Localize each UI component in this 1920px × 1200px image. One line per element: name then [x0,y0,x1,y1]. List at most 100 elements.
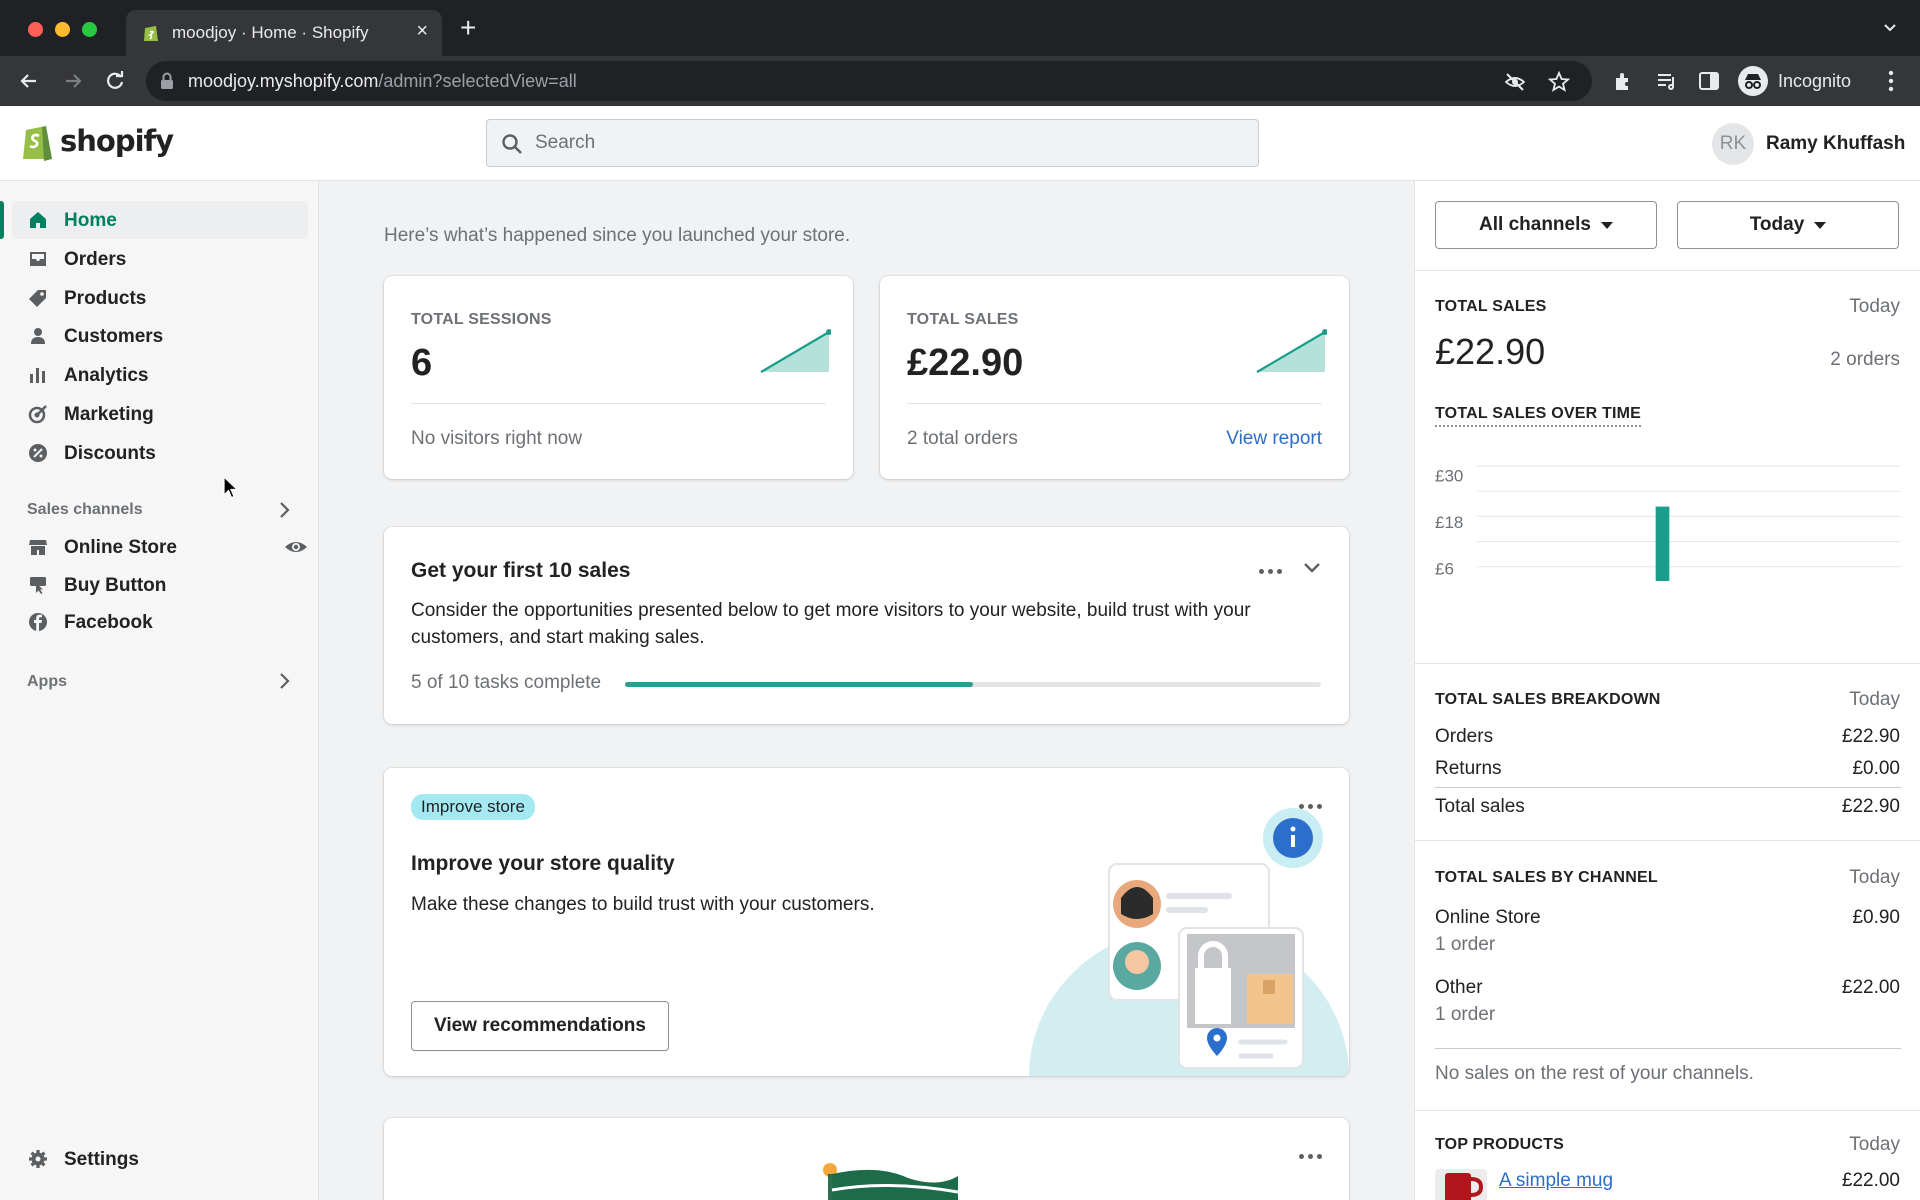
incognito-icon [1738,66,1768,96]
user-menu[interactable]: RK Ramy Khuffash [1712,123,1905,165]
divider [1435,787,1901,788]
total-sales-card: TOTAL SALES £22.90 2 total orders View r… [880,276,1349,479]
sidebar-item-label: Products [64,288,147,309]
y-tick-label: £30 [1435,467,1463,486]
chevron-right-icon[interactable] [278,672,290,690]
sidebar-item-settings[interactable]: Settings [12,1140,308,1178]
reload-icon[interactable] [102,68,128,94]
back-arrow-icon[interactable] [16,68,42,94]
store-icon [29,540,47,555]
metric-label: TOTAL SALES [907,311,1019,328]
window-maximize-button[interactable] [82,22,97,37]
forward-arrow-icon[interactable] [60,68,86,94]
sidebar-item-label: Facebook [64,612,153,633]
total-sessions-card: TOTAL SESSIONS 6 No visitors right now [384,276,853,479]
chevron-right-icon[interactable] [278,501,290,519]
channel-row-label: Other [1435,977,1483,998]
url-text[interactable]: moodjoy.myshopify.com/admin?selectedView… [188,71,577,92]
new-tab-button[interactable]: + [460,14,476,42]
breakdown-row-value: £22.90 [1841,726,1900,747]
sidebar-item-online-store[interactable]: Online Store [12,528,308,566]
divider [411,403,826,404]
shopify-bag-icon [23,126,52,161]
y-tick-label: £18 [1435,513,1463,532]
window-minimize-button[interactable] [55,22,70,37]
star-icon[interactable] [1548,71,1570,93]
more-actions-icon[interactable] [1295,1146,1325,1166]
orders-icon [30,252,46,266]
divider [1415,663,1920,664]
sidebar-item-discounts[interactable]: Discounts [12,434,308,472]
person-icon [31,328,45,344]
lock-icon[interactable] [160,72,174,90]
browser-tab-bar: moodjoy · Home · Shopify × + [0,0,1920,56]
sidebar-item-products[interactable]: Products [12,279,308,317]
sidebar-item-facebook[interactable]: Facebook [12,603,308,641]
browser-menu-icon[interactable] [1887,69,1895,93]
sparkline [760,329,831,373]
period-label: Today [1849,1134,1900,1155]
channel-row-value: £0.90 [1852,907,1900,928]
tag-icon [29,290,46,307]
progress-fill [625,682,973,687]
channel-row-label: Online Store [1435,907,1541,928]
address-bar[interactable]: moodjoy.myshopify.com/admin?selectedView… [146,61,1592,101]
sidebar-item-customers[interactable]: Customers [12,317,308,355]
breakdown-row-value: £22.90 [1841,796,1900,817]
period-label: Today [1849,689,1900,710]
sidebar-item-analytics[interactable]: Analytics [12,356,308,394]
divider [1415,840,1920,841]
divider [907,403,1322,404]
shopify-logo[interactable]: shopify [20,121,174,161]
search-bar[interactable] [486,119,1259,167]
metric-value: 6 [411,342,433,384]
sidebar-item-label: Settings [64,1149,139,1170]
sidebar-item-buy-button[interactable]: Buy Button [12,566,308,604]
logo-text: shopify [60,124,174,158]
view-recommendations-button[interactable]: View recommendations [411,1001,669,1051]
media-queue-icon[interactable] [1655,69,1679,93]
sidebar-item-home[interactable]: Home [0,201,308,239]
card-title: Get your first 10 sales [411,559,631,582]
breakdown-row-value: £0.00 [1852,758,1900,779]
product-sales-value: £22.00 [1841,1170,1900,1191]
flag-illustration [823,1163,959,1200]
avatar: RK [1712,123,1754,165]
first-sales-card: Get your first 10 sales Consider the opp… [384,527,1349,724]
eye-off-icon[interactable] [1504,71,1526,93]
view-report-link[interactable]: View report [1226,428,1322,450]
next-card [384,1118,1349,1200]
channel-row-orders: 1 order [1435,934,1496,955]
tab-search-chevron-icon[interactable] [1882,20,1898,36]
tab-close-icon[interactable]: × [416,21,428,41]
side-panel-icon[interactable] [1697,69,1721,93]
sidebar-item-orders[interactable]: Orders [12,240,308,278]
extensions-icon[interactable] [1612,69,1636,93]
improve-store-card: Improve store Improve your store quality… [384,768,1349,1076]
eye-icon[interactable] [284,537,308,557]
browser-toolbar: moodjoy.myshopify.com/admin?selectedView… [0,56,1920,106]
incognito-label: Incognito [1778,70,1852,91]
analytics-side-panel: All channels Today TOTAL SALES Today £22… [1414,181,1920,1200]
target-icon [28,405,47,424]
chart-bar [1655,506,1670,581]
chevron-down-icon[interactable] [1303,559,1321,577]
page-intro: Here’s what’s happened since you launche… [384,225,851,246]
progress-bar [625,682,1321,687]
more-actions-icon[interactable] [1255,561,1285,581]
top-products-heading: TOP PRODUCTS [1435,1136,1564,1153]
divider [1435,1048,1901,1049]
sidebar-item-marketing[interactable]: Marketing [12,395,308,433]
gear-icon [29,1150,47,1168]
channels-note: No sales on the rest of your channels. [1435,1063,1754,1084]
breakdown-row-label: Total sales [1435,796,1525,817]
by-channel-heading: TOTAL SALES BY CHANNEL [1435,869,1658,886]
search-input[interactable] [535,130,1235,156]
browser-tab[interactable]: moodjoy · Home · Shopify × [126,10,442,56]
product-link[interactable]: A simple mug [1499,1170,1613,1192]
incognito-profile-button[interactable]: Incognito [1738,64,1851,98]
search-icon [502,134,522,154]
window-close-button[interactable] [28,22,43,37]
breakdown-row-label: Orders [1435,726,1494,747]
sidebar-item-label: Orders [64,249,127,270]
